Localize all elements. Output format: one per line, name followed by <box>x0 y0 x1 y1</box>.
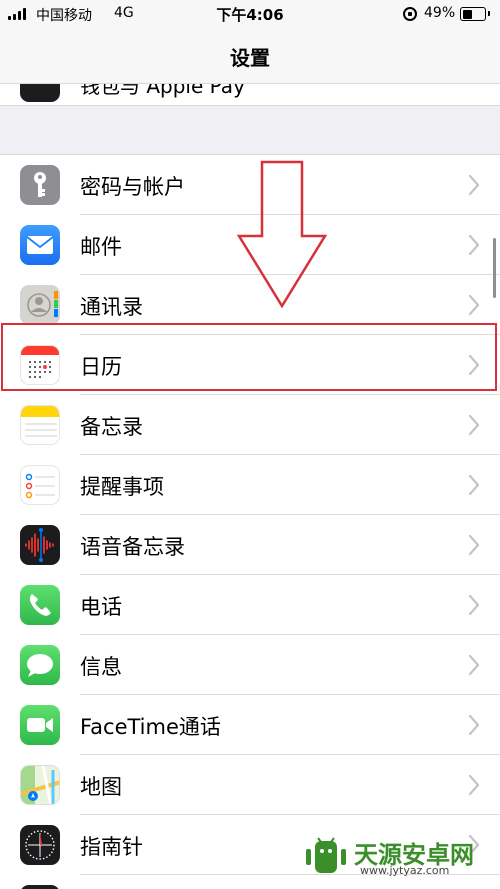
settings-row-notes[interactable]: 备忘录 <box>0 395 500 455</box>
battery-fill <box>462 9 473 19</box>
navigation-bar: 设置 <box>0 28 500 84</box>
settings-row-passwords[interactable]: 密码与帐户 <box>0 155 500 215</box>
settings-list: 密码与帐户 邮件 通讯录 日历 备忘录 提醒事项 语音备忘录 电话 信息 Fac… <box>0 154 500 889</box>
phone-icon <box>20 585 60 625</box>
chevron-right-icon <box>468 654 480 676</box>
compass-icon <box>20 825 60 865</box>
contacts-icon <box>20 285 60 325</box>
watermark-logo-icon <box>306 837 346 873</box>
settings-row-contacts[interactable]: 通讯录 <box>0 275 500 335</box>
settings-row-maps[interactable]: 地图 <box>0 755 500 815</box>
voice-memos-icon <box>20 525 60 565</box>
status-bar: 中国移动 4G 下午4:06 49% <box>0 0 500 28</box>
maps-icon <box>20 765 60 805</box>
settings-row-messages[interactable]: 信息 <box>0 635 500 695</box>
watermark: 天源安卓网 www.jytyaz.com <box>302 835 492 879</box>
settings-row-label: 提醒事项 <box>80 475 164 499</box>
settings-row-label: 语音备忘录 <box>80 535 185 559</box>
reminders-icon <box>20 465 60 505</box>
settings-row-label: 地图 <box>80 775 122 799</box>
settings-row-label: 通讯录 <box>80 295 143 319</box>
chevron-right-icon <box>468 294 480 316</box>
settings-row-voice-memos[interactable]: 语音备忘录 <box>0 515 500 575</box>
settings-row-wallet[interactable]: 钱包与 Apple Pay <box>0 84 500 106</box>
chevron-right-icon <box>468 774 480 796</box>
scrollbar[interactable] <box>493 238 496 298</box>
settings-row-phone[interactable]: 电话 <box>0 575 500 635</box>
settings-row-label: 日历 <box>80 355 122 379</box>
settings-row-calendar[interactable]: 日历 <box>0 335 500 395</box>
calendar-icon <box>20 345 60 385</box>
settings-row-mail[interactable]: 邮件 <box>0 215 500 275</box>
chevron-right-icon <box>468 594 480 616</box>
key-icon <box>20 165 60 205</box>
settings-row-label: 电话 <box>80 595 122 619</box>
chevron-right-icon <box>468 174 480 196</box>
settings-row-label: 钱包与 Apple Pay <box>80 84 245 98</box>
app-icon <box>20 885 60 889</box>
settings-row-label: 备忘录 <box>80 415 143 439</box>
messages-icon <box>20 645 60 685</box>
settings-row-label: 邮件 <box>80 235 122 259</box>
settings-row-label: 密码与帐户 <box>80 175 185 199</box>
settings-row-label: FaceTime通话 <box>80 715 221 739</box>
chevron-right-icon <box>468 414 480 436</box>
page-title: 设置 <box>230 46 270 70</box>
notes-icon <box>20 405 60 445</box>
rotation-lock-icon <box>403 7 417 21</box>
mail-icon <box>20 225 60 265</box>
settings-row-facetime[interactable]: FaceTime通话 <box>0 695 500 755</box>
watermark-url: www.jytyaz.com <box>360 864 450 877</box>
settings-row-label: 信息 <box>80 655 122 679</box>
chevron-right-icon <box>468 534 480 556</box>
chevron-right-icon <box>468 234 480 256</box>
facetime-icon <box>20 705 60 745</box>
wallet-icon <box>20 84 60 102</box>
battery-icon <box>460 7 490 21</box>
chevron-right-icon <box>468 354 480 376</box>
settings-row-reminders[interactable]: 提醒事项 <box>0 455 500 515</box>
settings-row-label: 指南针 <box>80 835 143 859</box>
chevron-right-icon <box>468 714 480 736</box>
chevron-right-icon <box>468 474 480 496</box>
battery-percent: 49% <box>424 5 456 21</box>
